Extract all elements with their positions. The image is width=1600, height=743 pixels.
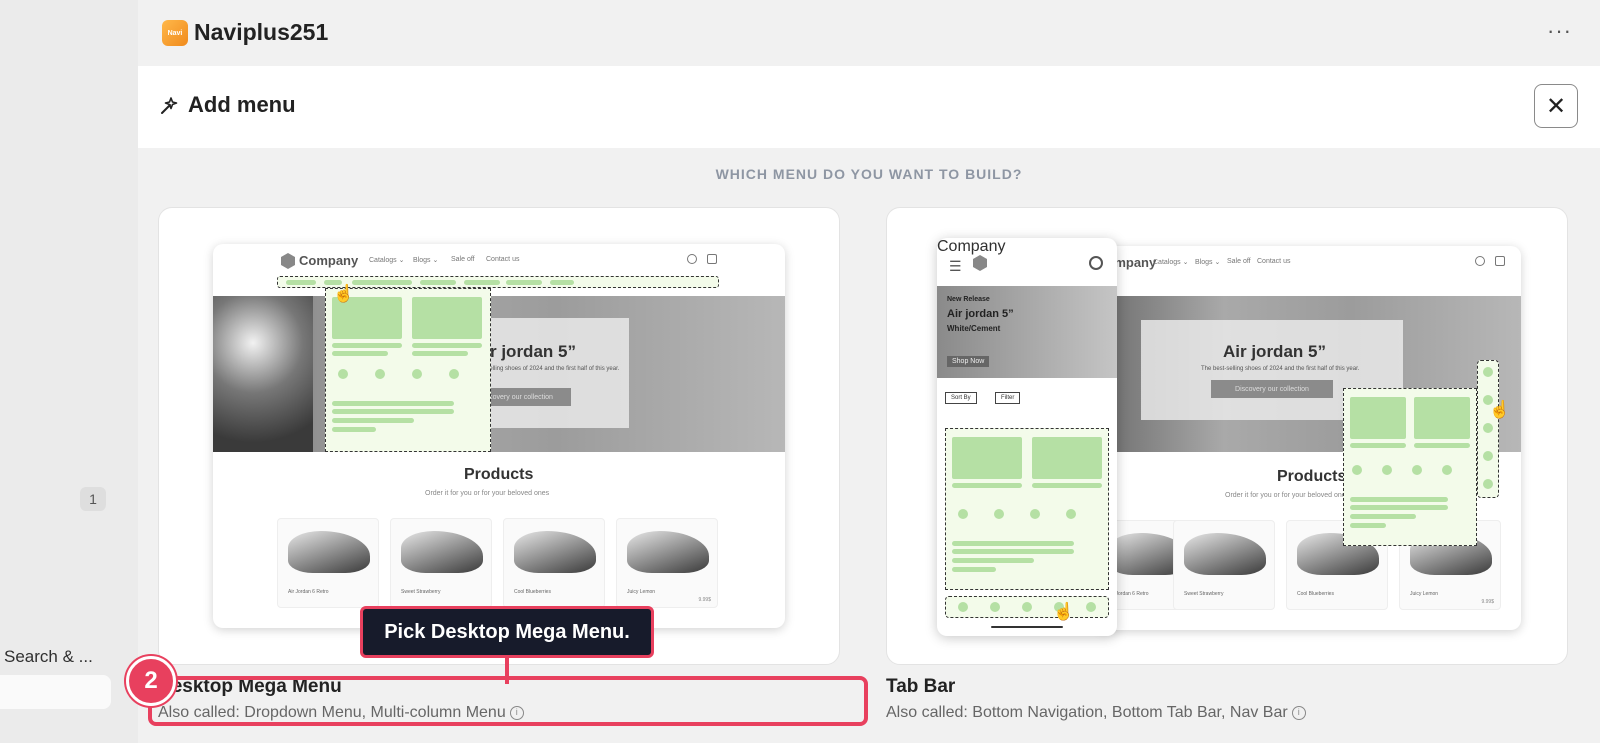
tab-bar-card[interactable]: Company Catalogs ⌄ Blogs ⌄ Sale off Cont… [886, 207, 1568, 665]
product-card: Cool Blueberries [503, 518, 605, 608]
sidebar-item-selected[interactable] [0, 675, 111, 709]
magic-wand-icon [161, 97, 178, 114]
close-button[interactable]: ✕ [1534, 84, 1578, 128]
desktop-site-mockup-2: Company Catalogs ⌄ Blogs ⌄ Sale off Cont… [1097, 246, 1521, 630]
search-icon [1089, 256, 1103, 270]
close-icon: ✕ [1545, 92, 1567, 120]
tutorial-tooltip: Pick Desktop Mega Menu. [360, 606, 654, 658]
app-name: Naviplus251 [194, 19, 329, 45]
cart-icon [707, 254, 717, 264]
admin-sidebar: 1 Search & ... [0, 0, 138, 743]
pointer-hand-icon: ☝ [1053, 602, 1075, 621]
hamburger-icon: ☰ [949, 258, 962, 274]
product-card: Juicy Lemon 9.99$ [616, 518, 718, 608]
tooltip-stem [505, 658, 509, 684]
hero-banner: Air jordan 5” The best-selling shoes of … [213, 296, 785, 452]
more-horizontal-icon[interactable]: ··· [1547, 20, 1572, 42]
user-icon [687, 254, 697, 264]
cart-icon [1495, 256, 1505, 266]
side-tab-bar [1477, 360, 1499, 498]
app-logo-icon: Navi [162, 20, 188, 46]
option-subtitle-tabbar: Also called: Bottom Navigation, Bottom T… [886, 704, 1306, 722]
desktop-mega-menu-card[interactable]: Company Catalogs ⌄ Blogs ⌄ Sale off Cont… [158, 207, 840, 665]
sidebar-item-search[interactable]: Search & ... [4, 647, 93, 667]
modal-header: Add menu ✕ [138, 66, 1600, 148]
bottom-tab-bar [945, 596, 1109, 618]
phone-mockup: ☰ Company New Release Air jordan 5” Whit… [937, 238, 1117, 636]
tab-flyout-panel [1343, 388, 1477, 546]
add-menu-modal: Add menu ✕ WHICH MENU DO YOU WANT TO BUI… [138, 66, 1600, 743]
info-icon[interactable]: i [1291, 705, 1306, 720]
product-card: Air Jordan 6 Retro [277, 518, 379, 608]
desktop-site-mockup: Company Catalogs ⌄ Blogs ⌄ Sale off Cont… [213, 244, 785, 628]
company-logo-icon [973, 255, 987, 271]
pointer-hand-icon: ☝ [333, 284, 355, 303]
mega-menu-dropdown [325, 288, 491, 452]
question-heading: WHICH MENU DO YOU WANT TO BUILD? [715, 166, 1023, 182]
app-header: Navi Naviplus251 ··· [138, 0, 1600, 66]
sidebar-count-badge: 1 [80, 487, 106, 511]
modal-title: Add menu [188, 92, 296, 117]
product-card: Sweet Strawberry [1173, 520, 1275, 610]
user-icon [1475, 256, 1485, 266]
step-number-badge: 2 [126, 656, 176, 706]
company-logo-icon [281, 253, 295, 269]
phone-menu-panel [945, 428, 1109, 590]
option-title-tabbar[interactable]: Tab Bar [886, 676, 955, 698]
product-card: Sweet Strawberry [390, 518, 492, 608]
pointer-hand-icon: ☝ [1489, 400, 1511, 419]
phone-hero: New Release Air jordan 5” White/Cement S… [937, 286, 1117, 378]
shoe-image [213, 296, 313, 452]
